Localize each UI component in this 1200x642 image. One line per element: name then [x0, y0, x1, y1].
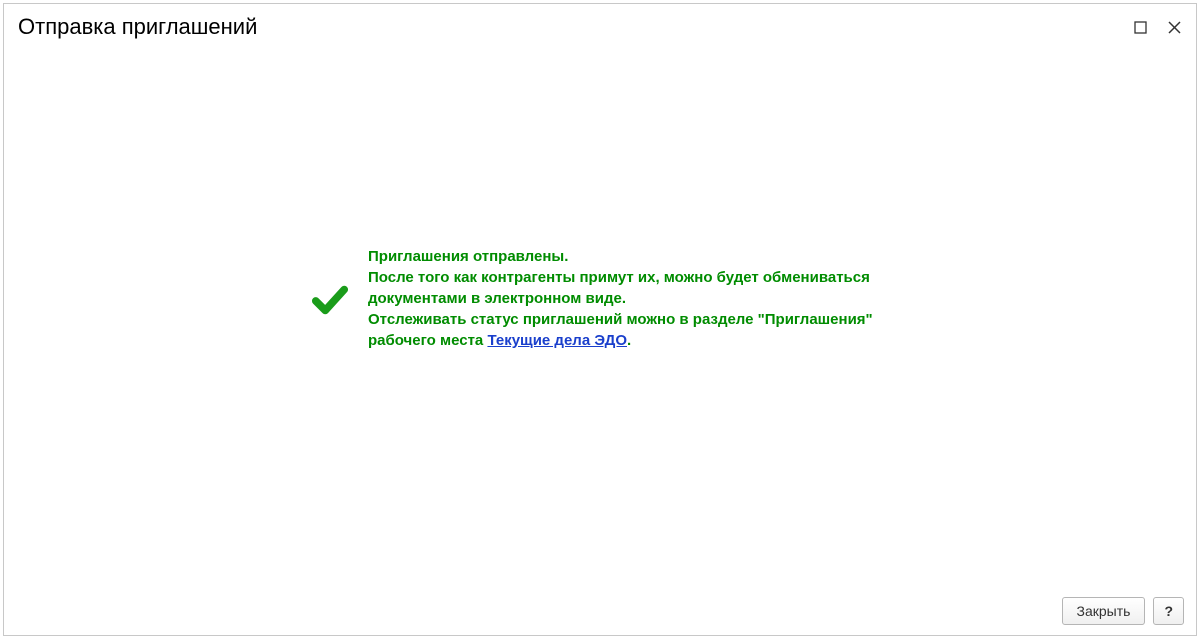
maximize-icon[interactable]	[1132, 19, 1148, 35]
close-button[interactable]: Закрыть	[1062, 597, 1146, 625]
message-line3b: .	[627, 332, 631, 349]
help-button[interactable]: ?	[1153, 597, 1184, 625]
window-controls	[1132, 19, 1182, 35]
checkmark-icon	[310, 279, 350, 319]
message-line1: Приглашения отправлены.	[368, 248, 568, 265]
dialog-window: Отправка приглашений Пр	[3, 3, 1197, 636]
titlebar: Отправка приглашений	[4, 4, 1196, 48]
message-line2: После того как контрагенты примут их, мо…	[368, 269, 870, 307]
window-title: Отправка приглашений	[18, 14, 257, 40]
close-icon[interactable]	[1166, 19, 1182, 35]
edo-link[interactable]: Текущие дела ЭДО	[487, 332, 627, 349]
content-area: Приглашения отправлены. После того как к…	[4, 48, 1196, 589]
message-box: Приглашения отправлены. После того как к…	[310, 246, 890, 351]
message-text: Приглашения отправлены. После того как к…	[368, 246, 890, 351]
footer-bar: Закрыть ?	[4, 589, 1196, 635]
